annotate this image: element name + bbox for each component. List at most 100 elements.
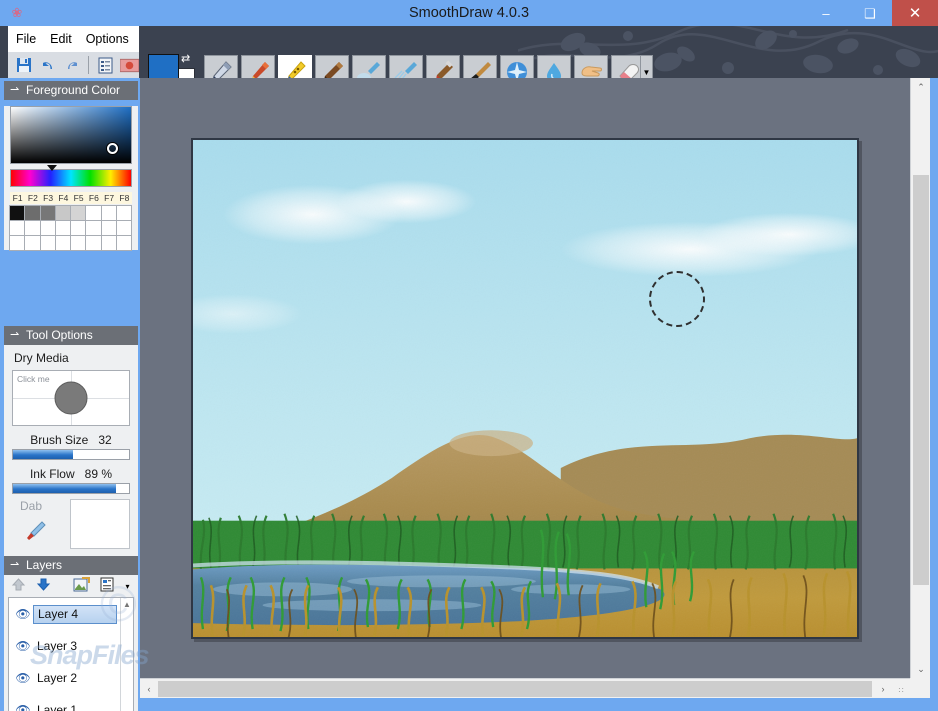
close-icon: ✕ (908, 4, 922, 22)
color-swatch[interactable] (115, 235, 132, 251)
dab-preview-area[interactable] (70, 499, 130, 549)
vertical-scrollbar-thumb[interactable] (913, 175, 929, 585)
collapse-chevron-icon: ⇀ (10, 559, 20, 571)
quick-toolbar (8, 52, 139, 78)
color-swatch[interactable] (70, 235, 87, 251)
foreground-color-swatch[interactable] (148, 54, 179, 78)
collapse-chevron-icon: ⇀ (10, 329, 20, 341)
vertical-scrollbar[interactable]: ⌃ ⌄ (910, 78, 930, 678)
color-swatch[interactable] (39, 220, 56, 236)
color-swatch[interactable] (54, 205, 71, 221)
layer-menu-icon[interactable] (98, 577, 115, 595)
tool-button-airbrush[interactable]: 5 (352, 55, 386, 78)
color-swatch[interactable] (100, 205, 117, 221)
menu-item-edit[interactable]: Edit (50, 32, 72, 46)
brush-size-row: Brush Size 32 (4, 426, 138, 449)
hue-slider[interactable] (10, 165, 132, 187)
layer-menu-dropdown-icon[interactable]: ▾ (123, 582, 132, 591)
dab-controls: Dab (12, 499, 64, 548)
canvas-workspace[interactable] (140, 78, 910, 678)
scroll-left-icon[interactable]: ‹ (140, 679, 158, 699)
scroll-right-icon[interactable]: › (874, 679, 892, 699)
color-swatch[interactable] (9, 220, 26, 236)
layers-list-scrollbar[interactable]: ▲ ▼ (120, 598, 133, 711)
undo-icon[interactable] (38, 56, 57, 75)
layer-name: Layer 4 (33, 604, 117, 624)
maximize-button[interactable]: ❑ (848, 0, 892, 26)
color-swatch[interactable] (115, 220, 132, 236)
tool-button-dry-media[interactable]: 3 (278, 55, 312, 78)
color-swatch[interactable] (9, 235, 26, 251)
tool-button-water-drop[interactable]: 0 (537, 55, 571, 78)
ink-flow-value: 89 % (84, 467, 113, 481)
color-swatch[interactable] (24, 205, 41, 221)
color-swatch[interactable] (85, 205, 102, 221)
menu-item-options[interactable]: Options (86, 32, 129, 46)
color-swatch[interactable] (100, 220, 117, 236)
foreground-color-panel-header[interactable]: ⇀ Foreground Color (4, 81, 138, 100)
tool-button-smudge-finger[interactable]: - (574, 55, 608, 78)
swap-colors-icon[interactable]: ⇄ (181, 52, 190, 65)
move-layer-down-icon[interactable] (35, 577, 52, 595)
layer-visibility-icon[interactable]: 👁 (13, 671, 33, 685)
color-swatch[interactable] (39, 235, 56, 251)
layer-list-item[interactable]: 👁 Layer 2 (9, 662, 133, 694)
tool-button-spray[interactable]: 6 (389, 55, 423, 78)
layer-list-item[interactable]: 👁 Layer 4 (9, 598, 133, 630)
redo-icon[interactable] (62, 56, 81, 75)
color-swatch[interactable] (39, 205, 56, 221)
layers-list[interactable]: 👁 Layer 4 👁 Layer 3 👁 Layer 2 👁 Layer 1 (8, 597, 134, 711)
color-swatch[interactable] (24, 235, 41, 251)
move-layer-up-icon[interactable] (10, 577, 27, 595)
tool-overflow-button[interactable]: ▼ (640, 55, 653, 78)
color-swatch[interactable] (70, 205, 87, 221)
brush-preview-box[interactable]: Click me (12, 370, 130, 426)
color-swatch[interactable] (54, 235, 71, 251)
chevron-down-icon: ▼ (642, 67, 651, 77)
layer-visibility-icon[interactable]: 👁 (13, 703, 33, 711)
layer-visibility-icon[interactable]: 👁 (13, 607, 33, 621)
color-swatch[interactable] (115, 205, 132, 221)
tool-button-bristle-brush[interactable]: 8 (463, 55, 497, 78)
tool-button-pen[interactable]: 1 (204, 55, 238, 78)
layer-visibility-icon[interactable]: 👁 (13, 639, 33, 653)
resize-grip-icon[interactable]: ∷ (892, 679, 910, 699)
color-swatch[interactable] (70, 220, 87, 236)
color-swatch[interactable] (85, 220, 102, 236)
tool-button-paintbrush[interactable]: 4 (315, 55, 349, 78)
layer-list-item[interactable]: 👁 Layer 3 (9, 630, 133, 662)
tool-options-tool-name: Dry Media (14, 351, 69, 365)
horizontal-scrollbar[interactable]: ‹ › ∷ (140, 678, 910, 698)
ink-flow-slider[interactable] (12, 483, 130, 494)
saturation-value-picker[interactable] (10, 106, 132, 164)
toolbar-strip: File Edit Options ⇄ ▼ (0, 26, 938, 78)
layer-properties-icon[interactable] (73, 577, 90, 595)
color-swatch[interactable] (54, 220, 71, 236)
horizontal-scrollbar-thumb[interactable] (158, 681, 872, 697)
drawing-canvas[interactable] (191, 138, 859, 639)
tool-button-marker[interactable]: 2 (241, 55, 275, 78)
properties-icon[interactable] (96, 56, 115, 75)
collapse-chevron-icon: ⇀ (10, 84, 20, 96)
layers-scroll-up-icon[interactable]: ▲ (121, 598, 133, 611)
layer-name: Layer 2 (37, 670, 78, 685)
tool-button-oil-brush[interactable]: 7 (426, 55, 460, 78)
save-icon[interactable] (14, 56, 33, 75)
dab-brush-button[interactable] (18, 514, 52, 548)
menu-item-file[interactable]: File (16, 32, 36, 46)
tool-options-panel-header[interactable]: ⇀ Tool Options (4, 326, 138, 345)
minimize-button[interactable]: – (804, 0, 848, 26)
record-icon[interactable] (120, 56, 139, 75)
color-swatch[interactable] (100, 235, 117, 251)
left-sidebar: ⇀ Foreground Color F1 F2 F3 F4 F5 F6 F7 (0, 78, 140, 711)
tool-button-effects[interactable]: 9 (500, 55, 534, 78)
scroll-down-icon[interactable]: ⌄ (911, 660, 931, 678)
close-button[interactable]: ✕ (892, 0, 938, 26)
color-swatch[interactable] (85, 235, 102, 251)
color-swatch[interactable] (9, 205, 26, 221)
brush-size-slider[interactable] (12, 449, 130, 460)
layer-list-item[interactable]: 👁 Layer 1 (9, 694, 133, 711)
layers-panel-header[interactable]: ⇀ Layers (4, 556, 138, 575)
color-swatch[interactable] (24, 220, 41, 236)
scroll-up-icon[interactable]: ⌃ (911, 78, 931, 96)
